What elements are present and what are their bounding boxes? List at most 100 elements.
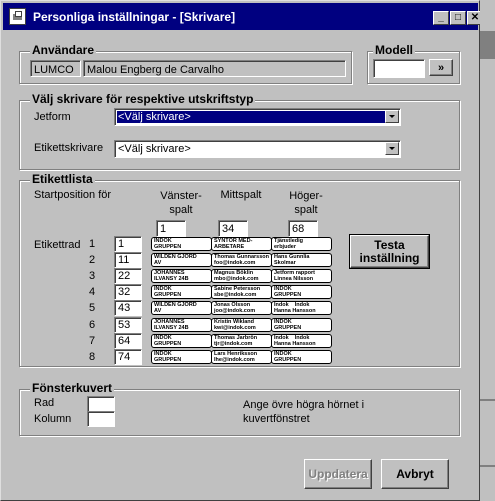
label-list-legend: Etikettlista — [30, 172, 95, 186]
label-printer-value: <Välj skrivare> — [118, 143, 191, 155]
user-code-value: LUMCO — [34, 64, 74, 76]
chevron-down-icon[interactable] — [385, 110, 399, 123]
label-row-value: 74 — [118, 351, 131, 363]
background-divider — [480, 465, 495, 467]
label-row-input[interactable]: 1 — [114, 236, 142, 252]
window-title: Personliga inställningar - [Skrivare] — [33, 10, 236, 24]
label-preview-card: Lars Henriksson lhe@indok.com — [211, 350, 272, 364]
label-preview-card: WILDEN GJORD AV — [151, 301, 212, 315]
middle-column-input[interactable]: 34 — [218, 220, 248, 237]
label-row-number: 5 — [89, 302, 96, 314]
left-column-header: Vänster- spalt — [160, 190, 202, 216]
cancel-button[interactable]: Avbryt — [381, 459, 449, 489]
label-preview-card: Tjänstledig erbjuder — [271, 237, 332, 251]
label-preview-card: INDOK GRUPPEN — [151, 237, 212, 251]
user-name-field: Malou Engberg de Carvalho — [83, 60, 346, 77]
background-panel — [480, 31, 495, 59]
right-column-header: Höger- spalt — [289, 190, 323, 216]
label-preview-card: Thomas Gunnarsson foo@indok.com — [211, 253, 272, 267]
envelope-row-label: Rad — [34, 397, 55, 409]
label-preview-card: Indok Indok Hanna Hansson — [271, 301, 332, 315]
background-divider — [480, 399, 495, 401]
model-lookup-button[interactable]: » — [429, 59, 453, 76]
label-row-input[interactable]: 22 — [114, 268, 142, 284]
label-preview-card: SYNTOR MED- ARBETARE — [211, 237, 272, 251]
label-preview-card: INDOK GRUPPEN — [271, 350, 332, 364]
title-bar[interactable]: Personliga inställningar - [Skrivare] _ … — [3, 3, 483, 30]
label-row-number: 6 — [89, 319, 96, 331]
label-preview-card: Hans Gunnlia Skolmar — [271, 253, 332, 267]
label-row-title: Etikettrad — [34, 239, 81, 251]
label-row-input[interactable]: 53 — [114, 317, 142, 333]
label-row-input[interactable]: 43 — [114, 300, 142, 316]
printer-legend: Välj skrivare för respektive utskriftsty… — [30, 92, 256, 106]
left-column-value: 1 — [160, 223, 167, 235]
label-printer-select[interactable]: <Välj skrivare> — [114, 140, 401, 158]
envelope-hint: Ange övre högra hörnet i kuvertfönstret — [243, 399, 365, 425]
label-preview-card: Indok Indok Hanna Hansson — [271, 334, 332, 348]
envelope-legend: Fönsterkuvert — [30, 381, 115, 395]
label-row-number: 1 — [89, 238, 96, 250]
jetform-printer-select[interactable]: <Välj skrivare> — [114, 108, 401, 126]
label-printer-label: Etikettskrivare — [34, 142, 104, 154]
chevron-down-icon[interactable] — [385, 142, 399, 155]
user-code-field: LUMCO — [30, 60, 81, 77]
label-preview-card: Magnus Böklin mbo@indok.com — [211, 269, 272, 283]
update-button[interactable]: Uppdatera — [304, 459, 372, 489]
label-preview-card: INDOK GRUPPEN — [271, 318, 332, 332]
update-button-label: Uppdatera — [308, 467, 368, 481]
label-row-input[interactable]: 74 — [114, 349, 142, 365]
right-column-value: 68 — [292, 223, 305, 235]
test-settings-button[interactable]: Testa inställning — [349, 234, 430, 269]
app-icon — [9, 8, 26, 25]
user-name-value: Malou Engberg de Carvalho — [87, 64, 224, 76]
label-row-value: 43 — [118, 302, 131, 314]
envelope-column-label: Kolumn — [34, 413, 72, 425]
jetform-label: Jetform — [34, 111, 71, 123]
right-column-input[interactable]: 68 — [288, 220, 318, 237]
cancel-button-label: Avbryt — [396, 467, 434, 481]
label-row-value: 22 — [118, 270, 131, 282]
label-row-number: 7 — [89, 335, 96, 347]
minimize-button[interactable]: _ — [433, 11, 449, 25]
label-preview-card: Jetform rapport Linnea Nilsson — [271, 269, 332, 283]
label-row-number: 3 — [89, 270, 96, 282]
label-preview-card: JOHANNES ILVANSY 24B — [151, 269, 212, 283]
maximize-button[interactable]: □ — [450, 11, 466, 25]
label-preview-card: INDOK GRUPPEN — [151, 285, 212, 299]
user-legend: Användare — [30, 43, 97, 57]
label-row-input[interactable]: 64 — [114, 333, 142, 349]
test-settings-label: Testa inställning — [359, 237, 420, 265]
settings-window: Personliga inställningar - [Skrivare] _ … — [0, 0, 483, 501]
label-row-number: 4 — [89, 286, 96, 298]
left-column-input[interactable]: 1 — [156, 220, 186, 237]
label-row-value: 53 — [118, 319, 131, 331]
envelope-row-input[interactable] — [87, 396, 115, 412]
label-preview-card: Jonas Olsson joo@indok.com — [211, 301, 272, 315]
model-legend: Modell — [373, 43, 415, 57]
label-row-number: 2 — [89, 254, 96, 266]
double-chevron-right-icon: » — [437, 61, 445, 74]
envelope-column-input[interactable] — [87, 411, 115, 427]
label-row-value: 64 — [118, 335, 131, 347]
label-row-input[interactable]: 32 — [114, 284, 142, 300]
middle-column-header: Mittspalt — [220, 189, 262, 201]
start-position-label: Startposition för — [34, 189, 112, 201]
label-row-input[interactable]: 11 — [114, 252, 142, 268]
label-row-value: 11 — [118, 254, 130, 266]
middle-column-value: 34 — [222, 223, 235, 235]
label-preview-card: Thomas Jarbrön tjr@indok.com — [211, 334, 272, 348]
label-row-value: 1 — [118, 238, 125, 250]
label-row-value: 32 — [118, 286, 131, 298]
model-input[interactable] — [373, 59, 425, 78]
label-preview-card: INDOK GRUPPEN — [271, 285, 332, 299]
envelope-group — [19, 389, 460, 436]
label-row-number: 8 — [89, 351, 96, 363]
label-preview-card: WILDEN GJORD AV — [151, 253, 212, 267]
background-scrollbar — [480, 0, 495, 501]
label-preview-card: Sabine Petersson sbe@indok.com — [211, 285, 272, 299]
label-preview-card: JOHANNES ILVANSY 24B — [151, 318, 212, 332]
label-preview-card: Kristin Wikland kwi@indok.com — [211, 318, 272, 332]
label-preview-card: INDOK GRUPPEN — [151, 334, 212, 348]
label-preview-card: INDOK GRUPPEN — [151, 350, 212, 364]
